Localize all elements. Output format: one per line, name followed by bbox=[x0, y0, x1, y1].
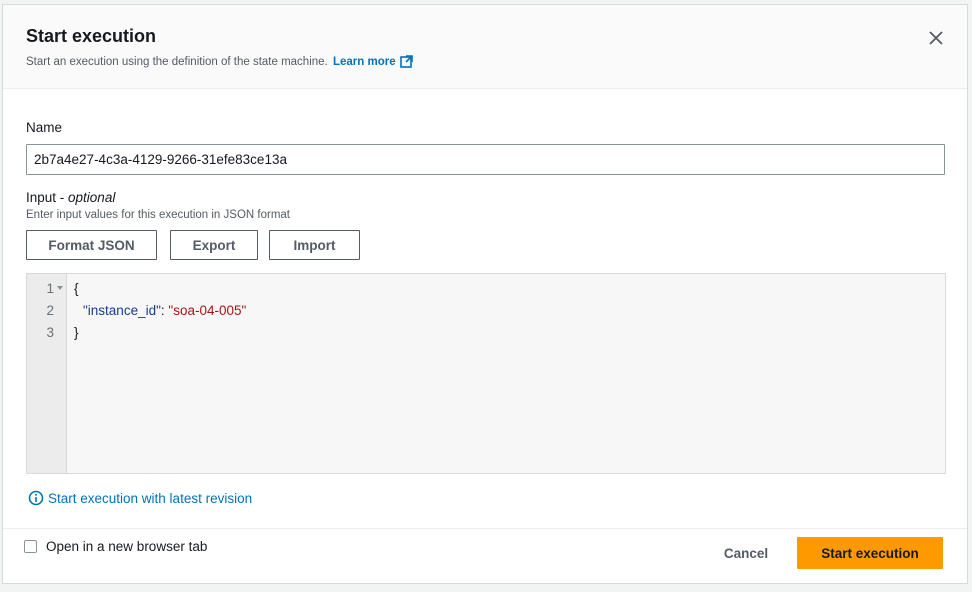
cancel-button[interactable]: Cancel bbox=[712, 537, 780, 569]
modal-title: Start execution bbox=[26, 26, 157, 46]
format-json-button[interactable]: Format JSON bbox=[26, 230, 157, 260]
json-key: "instance_id" bbox=[83, 303, 161, 318]
input-label-text: Input - bbox=[26, 190, 69, 205]
name-label: Name bbox=[26, 120, 63, 135]
learn-more-link[interactable]: Learn more bbox=[332, 55, 413, 71]
modal-subtitle: Start an execution using the definition … bbox=[26, 55, 413, 71]
new-tab-label: Open in a new browser tab bbox=[46, 539, 208, 554]
name-input[interactable] bbox=[26, 144, 945, 175]
export-button[interactable]: Export bbox=[170, 230, 258, 260]
start-execution-button[interactable]: Start execution bbox=[797, 537, 943, 569]
close-icon[interactable] bbox=[927, 29, 945, 47]
new-tab-option: Open in a new browser tab bbox=[24, 539, 207, 554]
latest-revision-label: Start execution with latest revision bbox=[48, 490, 253, 506]
line-number: 2 bbox=[46, 303, 54, 318]
external-link-icon bbox=[399, 55, 413, 71]
code-line: } bbox=[74, 325, 79, 340]
json-editor[interactable]: 1 2 3 { "instance_id": "soa-04-005" } bbox=[26, 273, 946, 474]
start-execution-modal: Start execution Start an execution using… bbox=[2, 4, 968, 584]
code-line: "instance_id": "soa-04-005" bbox=[83, 303, 246, 318]
editor-gutter: 1 2 3 bbox=[27, 274, 67, 473]
info-icon bbox=[28, 490, 44, 506]
new-tab-checkbox[interactable] bbox=[24, 540, 37, 553]
modal-header: Start execution Start an execution using… bbox=[3, 5, 967, 89]
import-button[interactable]: Import bbox=[269, 230, 360, 260]
input-hint: Enter input values for this execution in… bbox=[26, 209, 290, 221]
learn-more-label: Learn more bbox=[332, 56, 396, 68]
json-value: "soa-04-005" bbox=[168, 303, 247, 318]
input-label: Input - optional bbox=[26, 190, 115, 205]
modal-subtitle-text: Start an execution using the definition … bbox=[26, 56, 328, 68]
code-line: { bbox=[74, 281, 79, 296]
fold-arrow-icon[interactable] bbox=[57, 286, 63, 290]
line-number: 3 bbox=[46, 325, 54, 340]
line-number: 1 bbox=[46, 281, 54, 296]
input-label-optional: optional bbox=[68, 190, 116, 205]
latest-revision-link[interactable]: Start execution with latest revision bbox=[28, 490, 252, 506]
